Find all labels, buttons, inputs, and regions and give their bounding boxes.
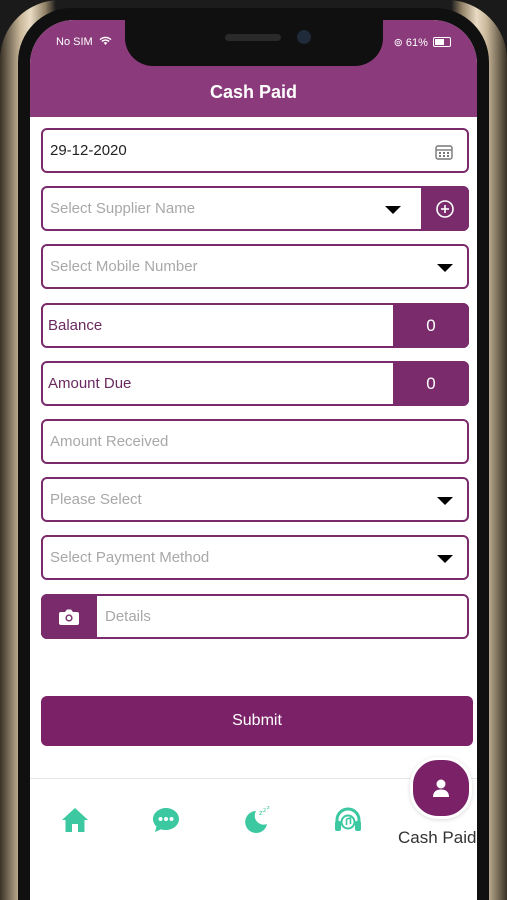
cash-paid-tab-button[interactable] (410, 757, 472, 819)
app-header: No SIM ⊚ 61% Cash Paid (30, 20, 477, 117)
status-right: ⊚ 61% (394, 36, 451, 49)
amount-received-input[interactable]: Amount Received (41, 419, 469, 464)
details-placeholder: Details (105, 608, 151, 625)
page-title: Cash Paid (209, 82, 298, 102)
camera-icon (59, 609, 79, 625)
date-field[interactable]: 29-12-2020 (41, 128, 469, 173)
plus-circle-icon (436, 199, 454, 218)
please-select-placeholder: Please Select (50, 491, 142, 508)
add-supplier-button[interactable] (421, 186, 469, 231)
supplier-placeholder: Select Supplier Name (50, 200, 196, 217)
chevron-down-icon (437, 264, 453, 272)
details-input[interactable]: Details (41, 594, 469, 639)
speaker (225, 34, 281, 41)
chevron-down-icon (437, 555, 453, 563)
calendar-icon[interactable] (435, 144, 453, 160)
chevron-down-icon (437, 497, 453, 505)
camera-button[interactable] (41, 594, 97, 639)
svg-text:z: z (267, 805, 270, 811)
bottom-tab-bar: zzz Cash Paid (30, 757, 477, 900)
user-icon (433, 779, 449, 797)
balance-field: Balance 0 (41, 303, 469, 348)
wifi-icon (99, 36, 112, 45)
please-select-dropdown[interactable]: Please Select (41, 477, 469, 522)
svg-text:z: z (263, 807, 266, 814)
front-camera (297, 30, 311, 44)
submit-button[interactable]: Submit (41, 696, 473, 746)
status-left: No SIM (56, 36, 112, 48)
home-icon (62, 808, 88, 832)
orientation-lock-icon: ⊚ (393, 37, 403, 49)
balance-label: Balance (48, 317, 103, 334)
chat-icon (153, 808, 179, 832)
carrier-text: No SIM (56, 36, 93, 48)
amount-received-placeholder: Amount Received (50, 433, 169, 450)
mobile-placeholder: Select Mobile Number (50, 258, 198, 275)
active-tab-label: Cash Paid (398, 828, 477, 847)
mobile-select[interactable]: Select Mobile Number (41, 244, 469, 289)
supplier-select[interactable]: Select Supplier Name (41, 186, 469, 231)
device-notch (125, 20, 383, 66)
sleep-icon: zzz (245, 805, 270, 833)
tab-chat[interactable] (151, 805, 181, 835)
payment-method-select[interactable]: Select Payment Method (41, 535, 469, 580)
amount-due-label: Amount Due (48, 375, 132, 392)
payment-method-placeholder: Select Payment Method (50, 549, 210, 566)
chevron-down-icon (385, 206, 401, 214)
amount-due-field: Amount Due 0 (41, 361, 469, 406)
amount-due-value: 0 (393, 361, 469, 406)
app-screen: No SIM ⊚ 61% Cash Paid 29-12-2020 Select… (30, 20, 477, 900)
tab-sleep[interactable]: zzz (242, 805, 272, 835)
balance-value: 0 (393, 303, 469, 348)
tab-music[interactable] (333, 805, 363, 835)
tab-home[interactable] (60, 805, 90, 835)
date-value: 29-12-2020 (50, 142, 127, 159)
battery-icon (433, 37, 451, 47)
battery-percent: 61% (405, 37, 428, 49)
headphones-icon (335, 807, 361, 831)
